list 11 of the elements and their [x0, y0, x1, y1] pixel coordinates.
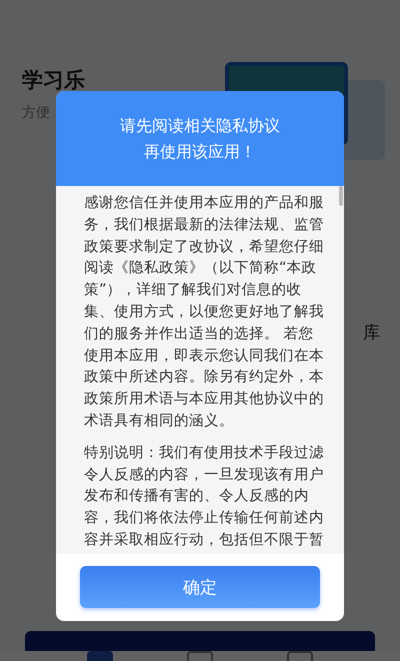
tab-icon[interactable] — [287, 651, 313, 661]
tab-icon[interactable] — [187, 651, 213, 661]
app-title: 学习乐 — [22, 67, 85, 94]
policy-paragraph: 感谢您信任并使用本应用的产品和服务，我们根据最新的法律法规、监管政策要求制定了改协议，希望您仔细阅读《隐私政策》（以下简称“本政策”），详细了解我们对信息的收集、使用方式，以便您更好地了解我们的服务并作出适当的选择。 若您使用本应用，即表示您认同我们在本政策中所述内容。除另有约定外，本政策所用术语与本应用其他协议中的术语具有相同的涵义。 — [84, 193, 325, 431]
tab-icon[interactable] — [87, 651, 113, 661]
dialog-title: 请先阅读相关隐私协议 — [120, 114, 280, 136]
policy-paragraph: 特别说明：我们有使用技术手段过滤令人反感的内容，一旦发现该有用户发布和传播有害的、令人反感的内容，我们将依法停止传输任何前述内容并采取相应行动，包括但不限于暂 — [84, 442, 325, 550]
confirm-button[interactable]: 确定 — [80, 566, 320, 608]
scrollbar-thumb[interactable] — [339, 186, 343, 206]
section-text: 库 — [363, 322, 380, 345]
dialog-title: 再使用该应用！ — [144, 140, 256, 162]
